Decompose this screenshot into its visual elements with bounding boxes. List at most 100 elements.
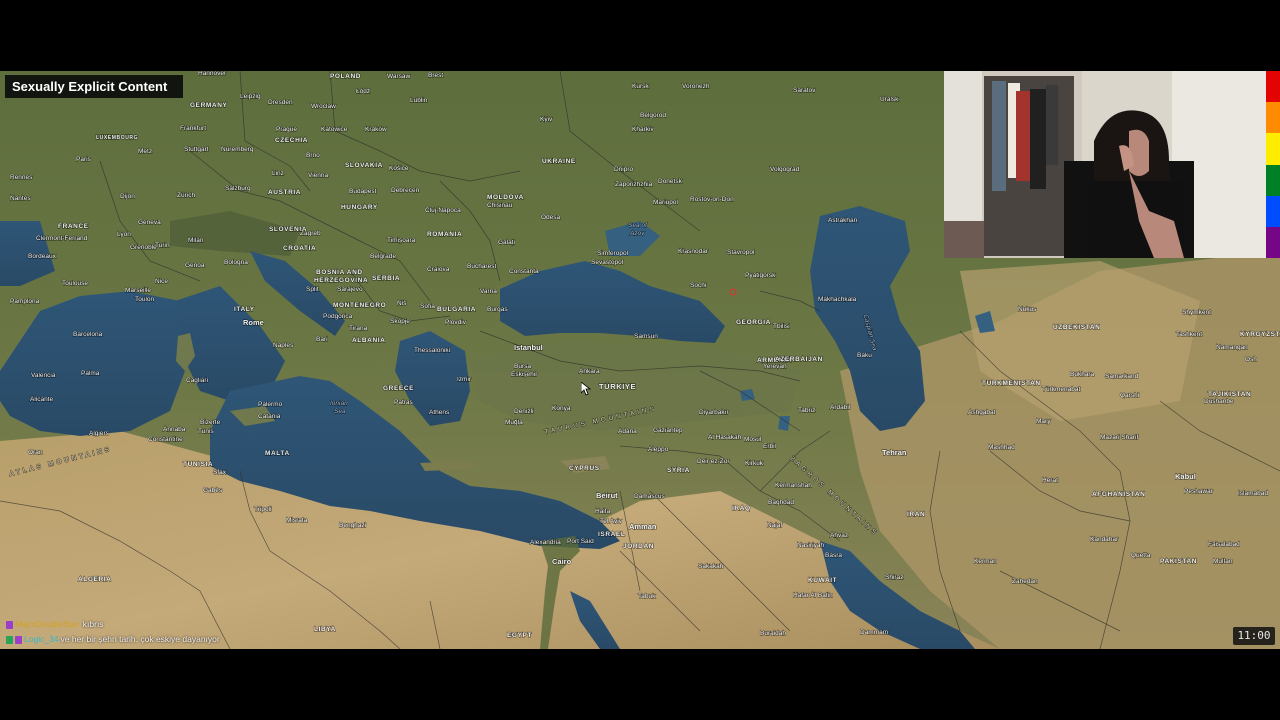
svg-text:Vienna: Vienna <box>308 172 329 179</box>
svg-text:Namangan: Namangan <box>1216 344 1248 351</box>
svg-text:Linz: Linz <box>272 170 284 177</box>
svg-text:Lublin: Lublin <box>410 97 428 104</box>
svg-text:Erbil: Erbil <box>763 443 777 450</box>
svg-text:Belgrade: Belgrade <box>370 253 396 260</box>
svg-text:Cagliari: Cagliari <box>186 377 208 384</box>
svg-text:Eskişehir: Eskişehir <box>511 371 538 378</box>
svg-text:Nukus: Nukus <box>1018 306 1037 313</box>
svg-text:Konya: Konya <box>552 405 571 412</box>
svg-text:Mosul: Mosul <box>744 436 762 443</box>
svg-text:Sfax: Sfax <box>213 469 227 476</box>
svg-text:Donetsk: Donetsk <box>658 178 683 185</box>
svg-text:Catania: Catania <box>258 413 281 420</box>
svg-text:Pamplona: Pamplona <box>10 298 40 305</box>
svg-text:Mariupol: Mariupol <box>653 199 678 206</box>
svg-text:Galați: Galați <box>498 239 515 246</box>
svg-text:Azov: Azov <box>629 230 645 237</box>
pride-stripe-blue <box>1266 195 1280 227</box>
label-uzbekistan: UZBEKISTAN <box>1053 324 1100 331</box>
svg-text:Dushanbe: Dushanbe <box>1204 398 1234 405</box>
svg-text:Kabul: Kabul <box>1175 472 1196 481</box>
svg-text:Bari: Bari <box>316 336 328 343</box>
svg-text:Islamabad: Islamabad <box>1238 490 1268 497</box>
svg-text:Craiova: Craiova <box>427 266 450 273</box>
svg-text:Zaporizhzhia: Zaporizhzhia <box>615 181 653 188</box>
svg-text:Tripoli: Tripoli <box>254 506 271 513</box>
svg-text:Bologna: Bologna <box>224 259 248 266</box>
svg-text:Astrakhan: Astrakhan <box>828 217 858 224</box>
svg-text:Wrocław: Wrocław <box>311 103 336 110</box>
chat-overlay: MajorDoubleStar kıbrıs Logic_34 ve her b… <box>6 617 406 647</box>
svg-text:Cluj-Napoca: Cluj-Napoca <box>425 207 461 214</box>
svg-text:Podgorica: Podgorica <box>323 313 353 320</box>
svg-text:Rennes: Rennes <box>10 174 33 181</box>
svg-text:Dijon: Dijon <box>120 193 135 200</box>
svg-text:Alexandria: Alexandria <box>530 539 561 546</box>
pride-stripe-red <box>1266 71 1280 103</box>
chat-text: ve her bir şehri tarih. çok eskiye dayan… <box>60 634 220 644</box>
svg-text:Kursk: Kursk <box>632 83 649 90</box>
label-egypt: EGYPT <box>507 632 532 639</box>
svg-text:Tabuk: Tabuk <box>638 593 656 600</box>
svg-text:Tbilisi: Tbilisi <box>773 323 790 330</box>
mod-sword-icon <box>6 635 13 644</box>
svg-text:Ionian: Ionian <box>330 400 348 407</box>
label-kyrgyzstan: KYRGYZSTAN <box>1240 331 1280 338</box>
svg-text:Beirut: Beirut <box>596 491 618 500</box>
svg-text:Osh: Osh <box>1245 356 1257 363</box>
svg-text:Debrecen: Debrecen <box>391 187 420 194</box>
svg-text:Kirkuk: Kirkuk <box>745 460 764 467</box>
svg-text:Clermont-Ferrand: Clermont-Ferrand <box>36 235 88 242</box>
svg-text:Simferopol: Simferopol <box>597 250 629 257</box>
svg-text:Genoa: Genoa <box>185 262 205 269</box>
svg-text:Denizli: Denizli <box>514 408 534 415</box>
label-luxembourg: LUXEMBOURG <box>96 135 138 141</box>
svg-text:Gabès: Gabès <box>203 487 223 494</box>
svg-text:Burgas: Burgas <box>487 306 508 313</box>
pride-stripe-green <box>1266 164 1280 196</box>
label-france: FRANCE <box>58 223 89 230</box>
svg-text:Chisinau: Chisinau <box>487 202 513 209</box>
svg-text:Košice: Košice <box>389 165 409 172</box>
svg-text:Tabriz: Tabriz <box>798 407 815 414</box>
svg-text:Bizerte: Bizerte <box>200 419 221 426</box>
label-turkmenistan: TURKMENISTAN <box>982 380 1041 387</box>
label-azerbaijan: AZERBAIJAN <box>775 356 823 363</box>
svg-text:Brno: Brno <box>306 152 320 159</box>
label-iraq: IRAQ <box>732 505 751 512</box>
svg-text:Warsaw: Warsaw <box>387 73 411 80</box>
svg-text:Ardabil: Ardabil <box>830 404 851 411</box>
svg-text:Benghazi: Benghazi <box>339 522 366 529</box>
svg-text:Najaf: Najaf <box>767 522 782 529</box>
svg-text:Hannover: Hannover <box>198 71 227 77</box>
chat-username[interactable]: MajorDoubleStar <box>15 617 79 632</box>
svg-text:Sevastopol: Sevastopol <box>591 259 624 266</box>
svg-text:Hafar Al Batin: Hafar Al Batin <box>793 592 833 599</box>
svg-text:Milan: Milan <box>188 237 204 244</box>
svg-text:Patras: Patras <box>394 399 414 406</box>
svg-text:Tashkent: Tashkent <box>1176 331 1202 338</box>
chat-username[interactable]: Logic_34 <box>24 632 59 647</box>
svg-text:Deir ez-Zor: Deir ez-Zor <box>697 458 730 465</box>
svg-text:Bukhara: Bukhara <box>1070 371 1095 378</box>
svg-text:Cairo: Cairo <box>552 557 572 566</box>
label-bosnia: BOSNIA AND <box>316 269 363 276</box>
label-montenegro: MONTENEGRO <box>333 302 386 309</box>
svg-text:Grenoble: Grenoble <box>130 244 157 251</box>
svg-text:Prague: Prague <box>276 126 297 133</box>
pride-stripe-orange <box>1266 102 1280 134</box>
svg-text:Bordeaux: Bordeaux <box>28 253 57 260</box>
svg-text:Peshawar: Peshawar <box>1184 488 1214 495</box>
svg-text:Split: Split <box>306 286 319 293</box>
svg-text:Bucharest: Bucharest <box>467 263 496 270</box>
svg-text:Sakakah: Sakakah <box>698 563 724 570</box>
label-malta: MALTA <box>265 450 290 457</box>
label-pakistan: PAKISTAN <box>1160 558 1197 565</box>
svg-text:Nice: Nice <box>155 278 168 285</box>
label-georgia: GEORGIA <box>736 319 771 326</box>
svg-text:Palermo: Palermo <box>258 401 283 408</box>
pride-stripe-yellow <box>1266 133 1280 165</box>
content-warning-label: Sexually Explicit Content <box>5 75 183 98</box>
mouse-cursor-icon <box>581 382 591 396</box>
label-romania: ROMANIA <box>427 231 462 238</box>
